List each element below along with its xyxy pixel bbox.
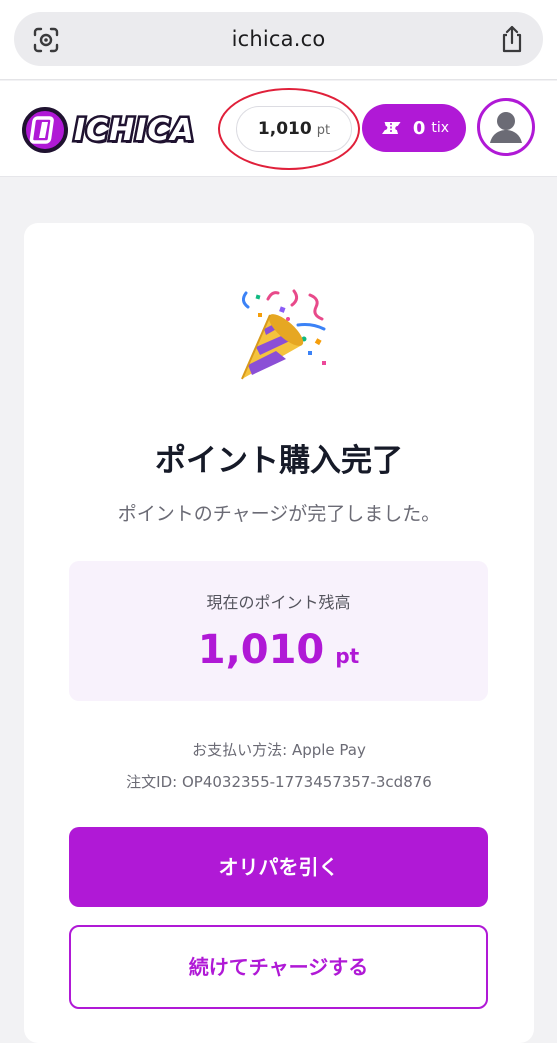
balance-amount: 1,010 pt <box>69 627 488 673</box>
completion-message: ポイントのチャージが完了しました。 <box>117 503 441 525</box>
logo-wordmark: ICHICA <box>72 110 197 150</box>
continue-charge-button[interactable]: 続けてチャージする <box>69 925 488 1009</box>
avatar-icon <box>482 103 530 151</box>
browser-toolbar: ichica.co <box>0 0 557 80</box>
purchase-complete-card: ポイント購入完了 ポイントのチャージが完了しました。 現在のポイント残高 1,0… <box>24 223 534 1043</box>
tix-unit: tix <box>431 120 450 136</box>
order-id: 注文ID: OP4032355-1773457357-3cd876 <box>126 773 432 791</box>
draw-oripa-button[interactable]: オリパを引く <box>69 827 488 907</box>
ticket-icon <box>381 122 401 134</box>
payment-method: お支払い方法: Apple Pay <box>192 741 366 759</box>
current-balance-panel: 現在のポイント残高 1,010 pt <box>69 561 488 701</box>
avatar[interactable] <box>477 98 535 156</box>
share-icon[interactable] <box>499 24 525 54</box>
page-title: ポイント購入完了 <box>155 443 403 479</box>
tix-value: 0 <box>412 117 426 139</box>
address-bar[interactable]: ichica.co <box>14 12 543 66</box>
tix-balance-pill[interactable]: 0 tix <box>362 104 466 152</box>
party-popper-icon <box>241 289 326 380</box>
balance-value: 1,010 <box>197 627 325 673</box>
site-logo[interactable]: ICHICA <box>22 105 197 155</box>
logo-icon <box>22 107 68 153</box>
highlight-annotation-circle <box>218 88 360 170</box>
url-text[interactable]: ichica.co <box>14 27 543 51</box>
balance-label: 現在のポイント残高 <box>206 593 351 612</box>
balance-unit: pt <box>335 644 360 668</box>
app-header: ICHICA 1,010 pt 0 tix <box>0 81 557 177</box>
